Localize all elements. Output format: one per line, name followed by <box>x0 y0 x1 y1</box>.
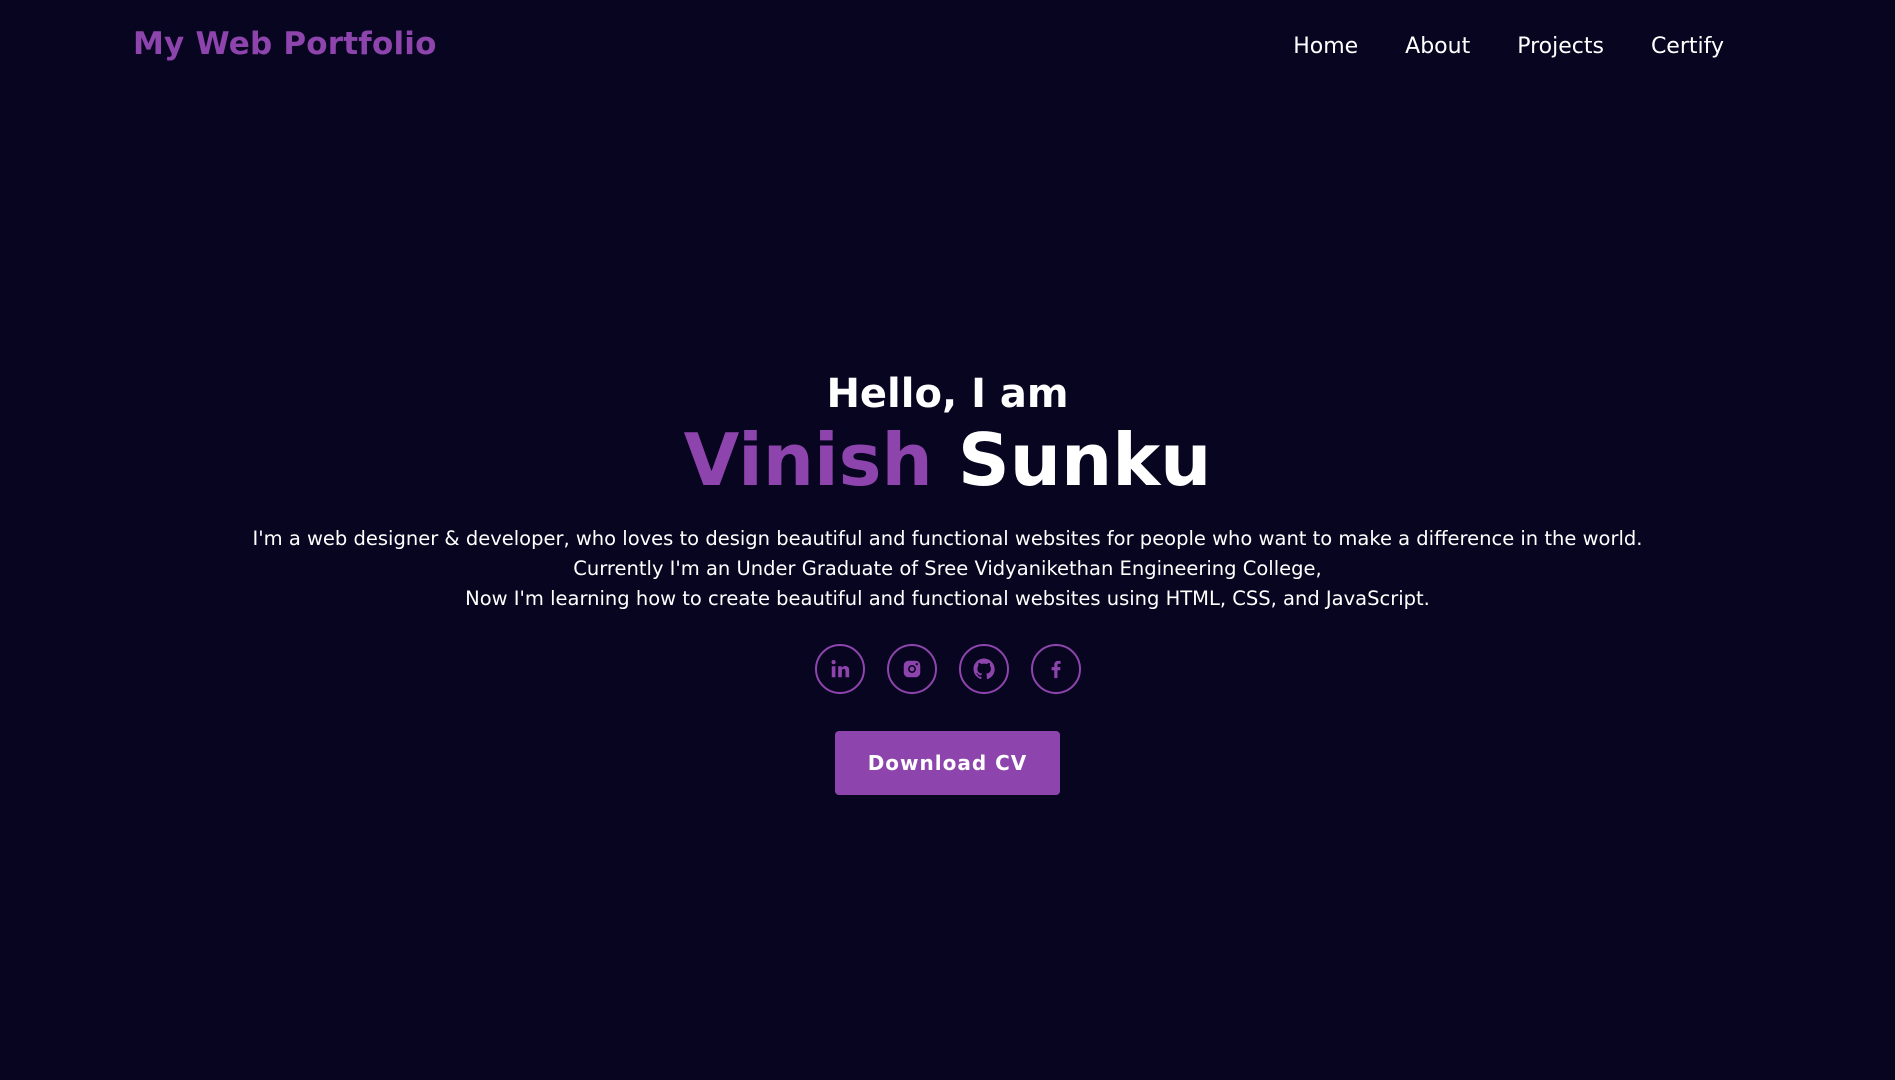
top-navbar: My Web Portfolio Home About Projects Cer… <box>0 0 1895 96</box>
hero-name: Vinish Sunku <box>0 418 1895 502</box>
nav-about-link[interactable]: About <box>1405 34 1470 59</box>
linkedin-icon <box>830 660 849 678</box>
nav-certify-link[interactable]: Certify <box>1651 34 1724 59</box>
facebook-link[interactable] <box>1030 644 1081 694</box>
bio-line: I'm a web designer & developer, who love… <box>252 527 1643 550</box>
hero-first-name: Vinish <box>683 418 933 502</box>
instagram-icon <box>903 660 920 678</box>
hero-greeting: Hello, I am <box>826 371 1069 417</box>
facebook-icon <box>1051 660 1061 679</box>
linkedin-link[interactable] <box>814 644 865 694</box>
github-icon <box>973 658 995 680</box>
nav-home-link[interactable]: Home <box>1293 34 1358 59</box>
instagram-link[interactable] <box>886 644 937 694</box>
download-cv-button[interactable]: Download CV <box>835 731 1060 795</box>
hero-section: Hello, I am Vinish Sunku I'm a web desig… <box>0 370 1895 795</box>
bio-line: Currently I'm an Under Graduate of Sree … <box>573 557 1322 580</box>
bio-line: Now I'm learning how to create beautiful… <box>465 587 1430 610</box>
github-link[interactable] <box>958 644 1009 694</box>
hero-bio: I'm a web designer & developer, who love… <box>0 524 1895 614</box>
social-links <box>0 644 1895 694</box>
nav-projects-link[interactable]: Projects <box>1517 34 1604 59</box>
nav-links: Home About Projects Certify <box>1293 34 1724 59</box>
hero-last-name: Sunku <box>957 418 1212 502</box>
brand-logo[interactable]: My Web Portfolio <box>133 26 437 62</box>
